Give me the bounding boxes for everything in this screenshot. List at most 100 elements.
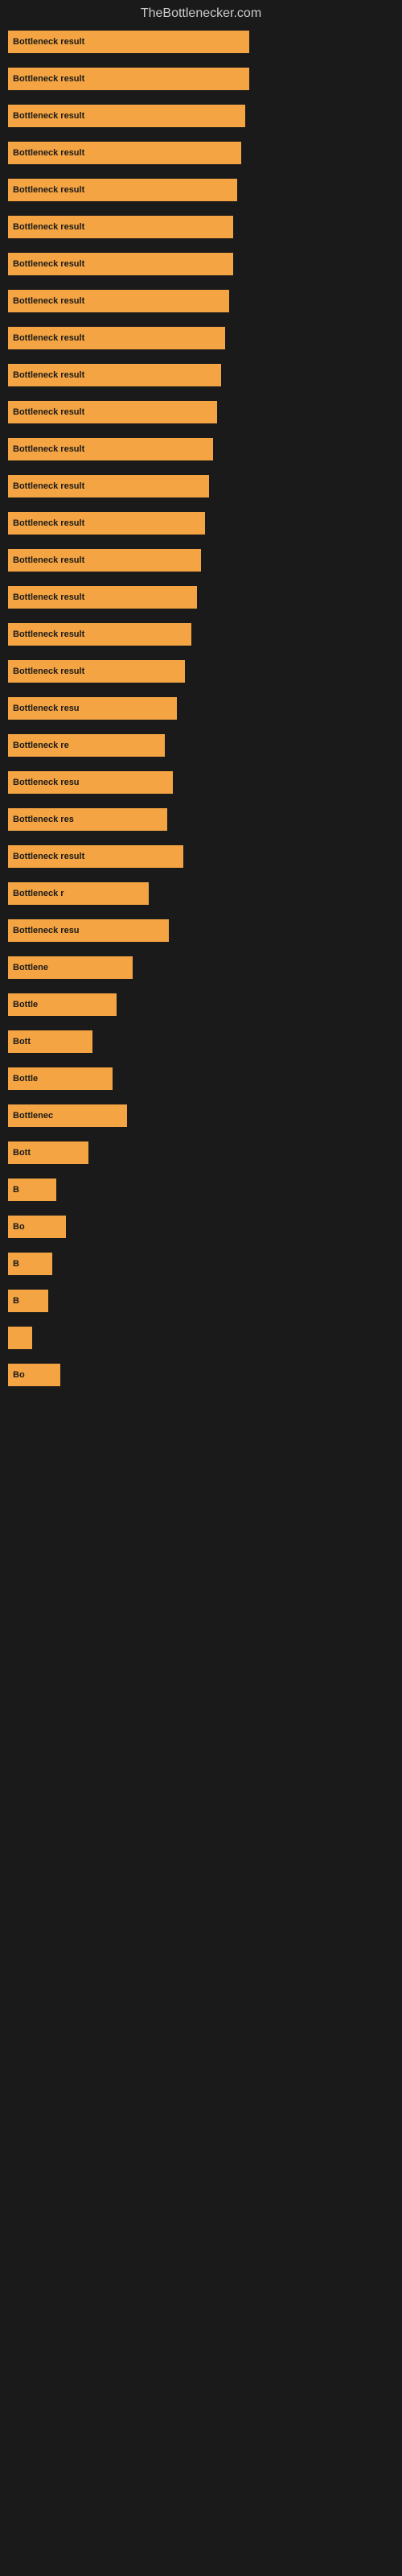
bar-spacer-17 (8, 686, 394, 697)
bar-label-22: Bottleneck result (13, 852, 84, 861)
bar-row: Bottleneck resu (8, 771, 394, 794)
bar-11: Bottleneck result (8, 438, 213, 460)
bar-label-9: Bottleneck result (13, 370, 84, 380)
bar-31: B (8, 1179, 56, 1201)
bar-row: Bottleneck result (8, 475, 394, 497)
bar-label-26: Bottle (13, 1000, 38, 1009)
bar-label-5: Bottleneck result (13, 222, 84, 232)
bar-label-7: Bottleneck result (13, 296, 84, 306)
bar-spacer-6 (8, 279, 394, 290)
bar-label-15: Bottleneck result (13, 592, 84, 602)
bar-15: Bottleneck result (8, 586, 197, 609)
bar-label-34: B (13, 1296, 19, 1306)
bar-label-33: B (13, 1259, 19, 1269)
bar-row: Bo (8, 1364, 394, 1386)
bar-spacer-31 (8, 1204, 394, 1216)
bar-row: Bottleneck result (8, 623, 394, 646)
bar-spacer-32 (8, 1241, 394, 1253)
bar-label-20: Bottleneck resu (13, 778, 80, 787)
bar-row: Bottleneck result (8, 31, 394, 53)
bar-12: Bottleneck result (8, 475, 209, 497)
bar-label-3: Bottleneck result (13, 148, 84, 158)
bar-label-4: Bottleneck result (13, 185, 84, 195)
bar-spacer-12 (8, 501, 394, 512)
bar-spacer-10 (8, 427, 394, 438)
bar-row: B (8, 1179, 394, 1201)
bar-spacer-14 (8, 575, 394, 586)
bar-row: Bottleneck resu (8, 919, 394, 942)
bar-spacer-4 (8, 204, 394, 216)
bar-7: Bottleneck result (8, 290, 229, 312)
bar-35 (8, 1327, 32, 1349)
bar-spacer-28 (8, 1093, 394, 1104)
bar-row: Bottleneck result (8, 216, 394, 238)
bar-row: Bottlene (8, 956, 394, 979)
bar-row: B (8, 1253, 394, 1275)
bar-spacer-8 (8, 353, 394, 364)
bar-16: Bottleneck result (8, 623, 191, 646)
bar-row: Bottleneck r (8, 882, 394, 905)
bar-spacer-16 (8, 649, 394, 660)
bar-row: Bottleneck result (8, 290, 394, 312)
bar-17: Bottleneck result (8, 660, 185, 683)
bar-spacer-22 (8, 871, 394, 882)
bar-spacer-5 (8, 242, 394, 253)
bar-row: Bottleneck result (8, 549, 394, 572)
bar-label-11: Bottleneck result (13, 444, 84, 454)
bar-label-14: Bottleneck result (13, 555, 84, 565)
bar-spacer-29 (8, 1130, 394, 1141)
bar-label-6: Bottleneck result (13, 259, 84, 269)
bar-34: B (8, 1290, 48, 1312)
bar-row: Bottle (8, 993, 394, 1016)
bar-spacer-20 (8, 797, 394, 808)
bar-label-21: Bottleneck res (13, 815, 74, 824)
bar-label-16: Bottleneck result (13, 630, 84, 639)
bar-25: Bottlene (8, 956, 133, 979)
bar-spacer-19 (8, 760, 394, 771)
bar-row: Bottleneck result (8, 586, 394, 609)
site-title-container: TheBottlenecker.com (0, 0, 402, 31)
bar-13: Bottleneck result (8, 512, 205, 535)
bar-26: Bottle (8, 993, 117, 1016)
bar-spacer-30 (8, 1167, 394, 1179)
bars-container: Bottleneck result Bottleneck result Bottle… (0, 31, 402, 1401)
bar-row: Bott (8, 1141, 394, 1164)
bar-label-17: Bottleneck result (13, 667, 84, 676)
bar-6: Bottleneck result (8, 253, 233, 275)
bar-22: Bottleneck result (8, 845, 183, 868)
bar-row: Bottleneck resu (8, 697, 394, 720)
bar-label-13: Bottleneck result (13, 518, 84, 528)
bar-spacer-35 (8, 1352, 394, 1364)
bar-3: Bottleneck result (8, 142, 241, 164)
bar-label-2: Bottleneck result (13, 111, 84, 121)
bar-8: Bottleneck result (8, 327, 225, 349)
bar-label-27: Bott (13, 1037, 31, 1046)
site-title: TheBottlenecker.com (0, 0, 402, 31)
bar-row: Bottleneck result (8, 142, 394, 164)
bar-27: Bott (8, 1030, 92, 1053)
bar-28: Bottle (8, 1067, 113, 1090)
bar-19: Bottleneck re (8, 734, 165, 757)
bar-row: Bottleneck result (8, 68, 394, 90)
bar-row: Bottleneck result (8, 401, 394, 423)
bar-row: Bottleneck result (8, 364, 394, 386)
bar-row: Bottleneck result (8, 105, 394, 127)
bar-spacer-25 (8, 982, 394, 993)
bar-5: Bottleneck result (8, 216, 233, 238)
bar-row: Bottleneck result (8, 845, 394, 868)
bar-row: Bottleneck re (8, 734, 394, 757)
bar-label-25: Bottlene (13, 963, 48, 972)
bar-30: Bott (8, 1141, 88, 1164)
bar-row: B (8, 1290, 394, 1312)
bar-spacer-24 (8, 945, 394, 956)
bar-spacer-15 (8, 612, 394, 623)
bar-36: Bo (8, 1364, 60, 1386)
bar-row (8, 1327, 394, 1349)
bar-spacer-7 (8, 316, 394, 327)
bar-0: Bottleneck result (8, 31, 249, 53)
bar-spacer-26 (8, 1019, 394, 1030)
bar-row: Bottleneck result (8, 253, 394, 275)
bar-33: B (8, 1253, 52, 1275)
bar-label-23: Bottleneck r (13, 889, 64, 898)
bar-row: Bo (8, 1216, 394, 1238)
